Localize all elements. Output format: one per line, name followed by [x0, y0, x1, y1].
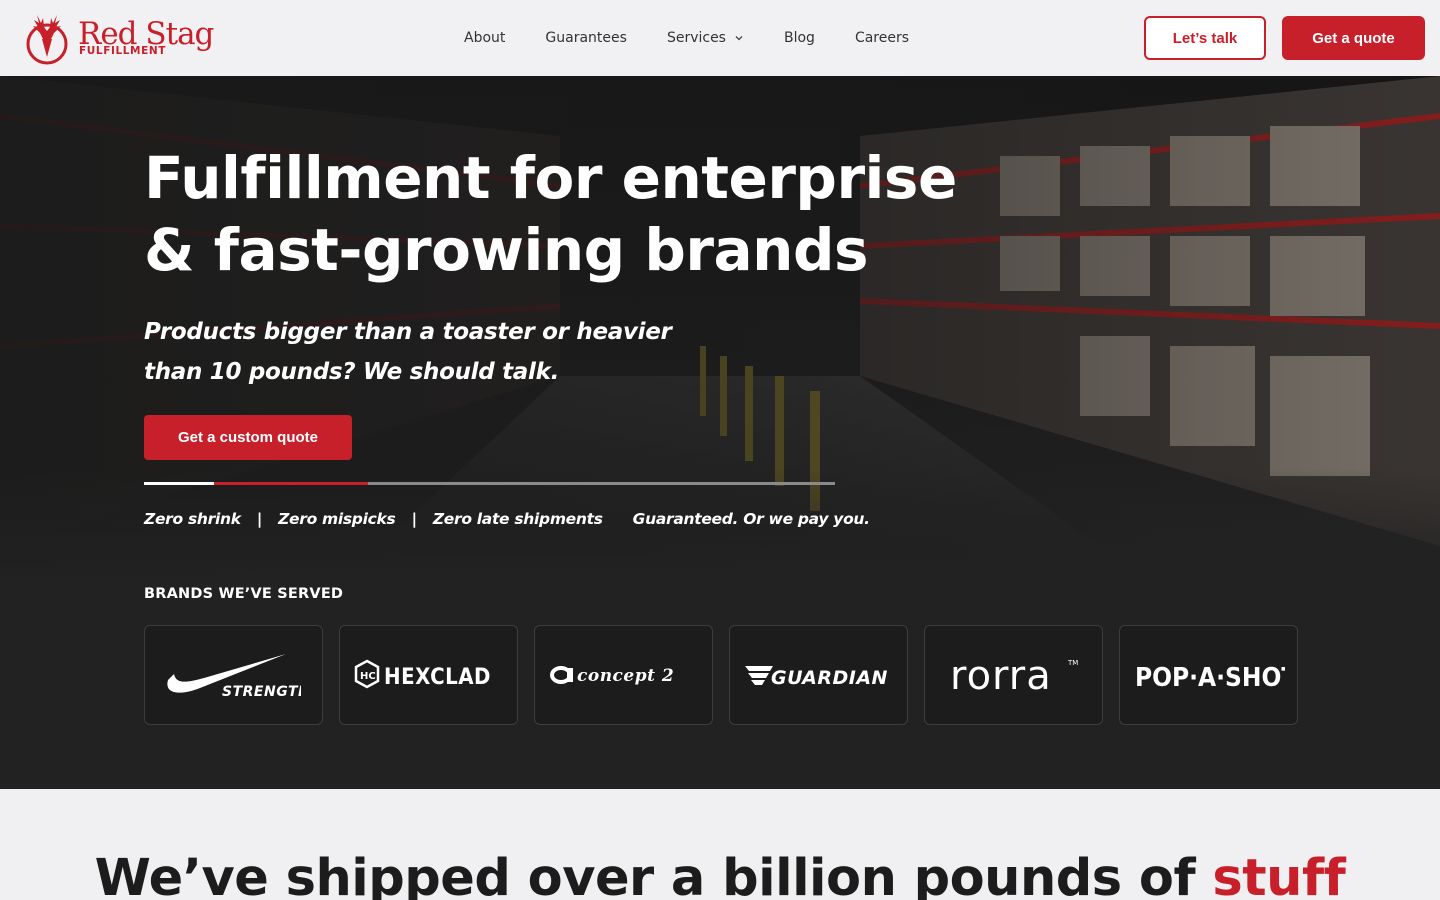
logo[interactable]: Red Stag FULFILLMENT — [24, 10, 214, 68]
nav-blog[interactable]: Blog — [784, 30, 815, 46]
guarantee-zero-late-shipments: Zero late shipments — [432, 510, 603, 528]
brands-heading: BRANDS WE’VE SERVED — [144, 586, 344, 602]
stag-logo-icon — [26, 15, 68, 65]
guarantee-tagline: Guaranteed. Or we pay you. — [632, 510, 870, 528]
brands-list: STRENGTH HC HEXCLAD concept 2 — [144, 625, 1298, 725]
nav-careers-label: Careers — [854, 30, 910, 46]
nav-guarantees-label: Guarantees — [545, 30, 627, 46]
lets-talk-button[interactable]: Let’s talk — [1144, 16, 1266, 60]
guardian-logo: GUARDIAN — [744, 666, 888, 689]
nav-careers[interactable]: Careers — [855, 30, 909, 46]
nav-services[interactable]: Services — [667, 30, 744, 46]
svg-text:rorra: rorra — [950, 653, 1052, 697]
pop-a-shot-logo: POP·A·SHOT — [1135, 663, 1285, 693]
brand-card-rorra: rorra TM — [924, 625, 1103, 725]
hero-subtitle-line1: Products bigger than a toaster or heavie… — [144, 319, 672, 345]
brand-card-guardian: GUARDIAN — [729, 625, 908, 725]
brand-card-pop-a-shot: POP·A·SHOT — [1119, 625, 1298, 725]
hero-section: Fulfillment for enterprise & fast-growin… — [0, 76, 1440, 789]
nav-about[interactable]: About — [464, 30, 505, 46]
progress-segment-complete — [144, 482, 214, 485]
nav-about-label: About — [464, 30, 506, 46]
main-nav: About Guarantees Services Blog Careers — [464, 0, 909, 76]
svg-text:STRENGTH: STRENGTH — [222, 684, 301, 700]
get-quote-button[interactable]: Get a quote — [1282, 16, 1425, 60]
svg-text:POP·A·SHOT: POP·A·SHOT — [1135, 663, 1285, 693]
chevron-down-icon — [735, 36, 743, 41]
custom-quote-button[interactable]: Get a custom quote — [144, 415, 352, 460]
guarantee-zero-shrink: Zero shrink — [144, 510, 241, 528]
svg-text:TM: TM — [1067, 659, 1078, 667]
hero-title-line2: & fast-growing brands — [144, 216, 869, 284]
shipped-heading-accent: stuff — [1212, 849, 1346, 900]
hexclad-logo: HC HEXCLAD — [354, 659, 491, 690]
hero-subtitle-line2: than 10 pounds? We should talk. — [144, 359, 560, 385]
site-header: Red Stag FULFILLMENT About Guarantees Se… — [0, 0, 1440, 76]
nav-services-label: Services — [666, 30, 726, 46]
nike-strength-logo: STRENGTH — [167, 654, 301, 700]
guarantee-separator: | — [256, 510, 263, 528]
guarantee-zero-mispicks: Zero mispicks — [278, 510, 396, 528]
hero-subtitle: Products bigger than a toaster or heavie… — [144, 312, 704, 392]
brand-card-concept2: concept 2 — [534, 625, 713, 725]
guarantees-strip: Zero shrink | Zero mispicks | Zero late … — [144, 510, 870, 528]
brand-card-nike: STRENGTH — [144, 625, 323, 725]
svg-text:concept 2: concept 2 — [577, 666, 674, 686]
hero-title: Fulfillment for enterprise & fast-growin… — [144, 142, 1044, 286]
brand-card-hexclad: HC HEXCLAD — [339, 625, 518, 725]
svg-text:HC: HC — [360, 671, 376, 682]
svg-text:HEXCLAD: HEXCLAD — [384, 665, 491, 690]
nav-guarantees[interactable]: Guarantees — [545, 30, 627, 46]
svg-text:GUARDIAN: GUARDIAN — [771, 667, 888, 689]
rorra-logo: rorra TM — [950, 653, 1078, 697]
concept2-logo: concept 2 — [549, 666, 674, 686]
shipped-section: We’ve shipped over a billion pounds of s… — [0, 789, 1440, 900]
hero-title-line1: Fulfillment for enterprise — [144, 144, 957, 212]
nav-blog-label: Blog — [783, 30, 815, 46]
guarantee-separator: | — [411, 510, 417, 528]
shipped-heading: We’ve shipped over a billion pounds of s… — [0, 849, 1440, 900]
shipped-heading-text: We’ve shipped over a billion pounds of — [94, 849, 1213, 900]
carousel-progress-bar — [144, 482, 835, 485]
progress-segment-active — [214, 482, 368, 485]
